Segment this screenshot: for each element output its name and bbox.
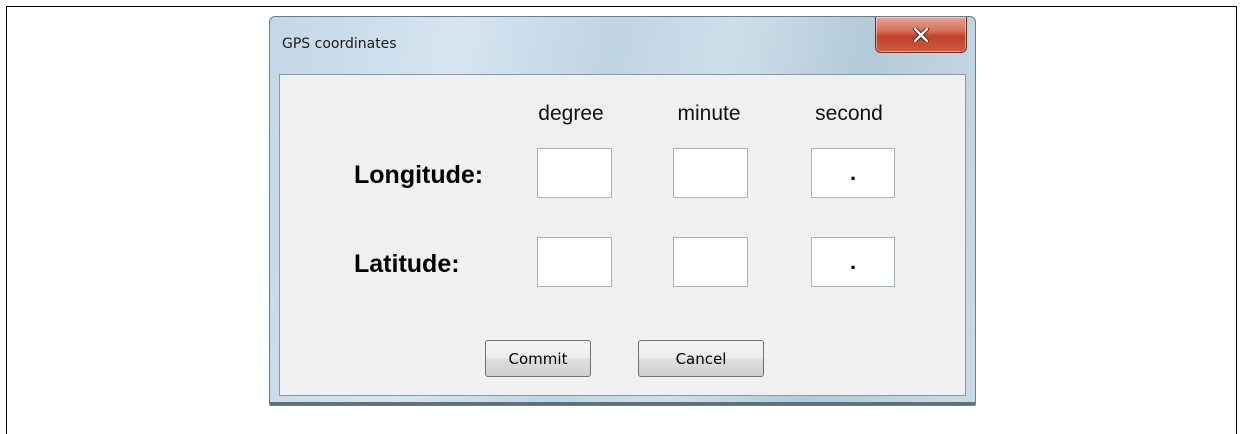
second-column-header: second bbox=[815, 102, 883, 125]
degree-column-header: degree bbox=[538, 102, 604, 125]
dialog-content: degree minute second Longitude: Latitude… bbox=[279, 74, 966, 396]
latitude-degree-input[interactable] bbox=[537, 237, 612, 287]
commit-button[interactable]: Commit bbox=[485, 340, 591, 377]
latitude-minute-input[interactable] bbox=[673, 237, 748, 287]
latitude-second-input[interactable] bbox=[811, 237, 895, 287]
latitude-label: Latitude: bbox=[354, 250, 460, 278]
close-x-icon bbox=[913, 27, 929, 42]
minute-column-header: minute bbox=[677, 102, 741, 125]
longitude-degree-input[interactable] bbox=[537, 148, 612, 198]
title-bar[interactable]: GPS coordinates bbox=[270, 17, 975, 69]
longitude-minute-input[interactable] bbox=[673, 148, 748, 198]
longitude-second-input[interactable] bbox=[811, 148, 895, 198]
cancel-button[interactable]: Cancel bbox=[638, 340, 764, 377]
dialog-title: GPS coordinates bbox=[282, 36, 397, 52]
gps-dialog: GPS coordinates degree minute second Lon… bbox=[269, 16, 976, 406]
close-button[interactable] bbox=[875, 17, 967, 53]
longitude-label: Longitude: bbox=[354, 161, 484, 189]
